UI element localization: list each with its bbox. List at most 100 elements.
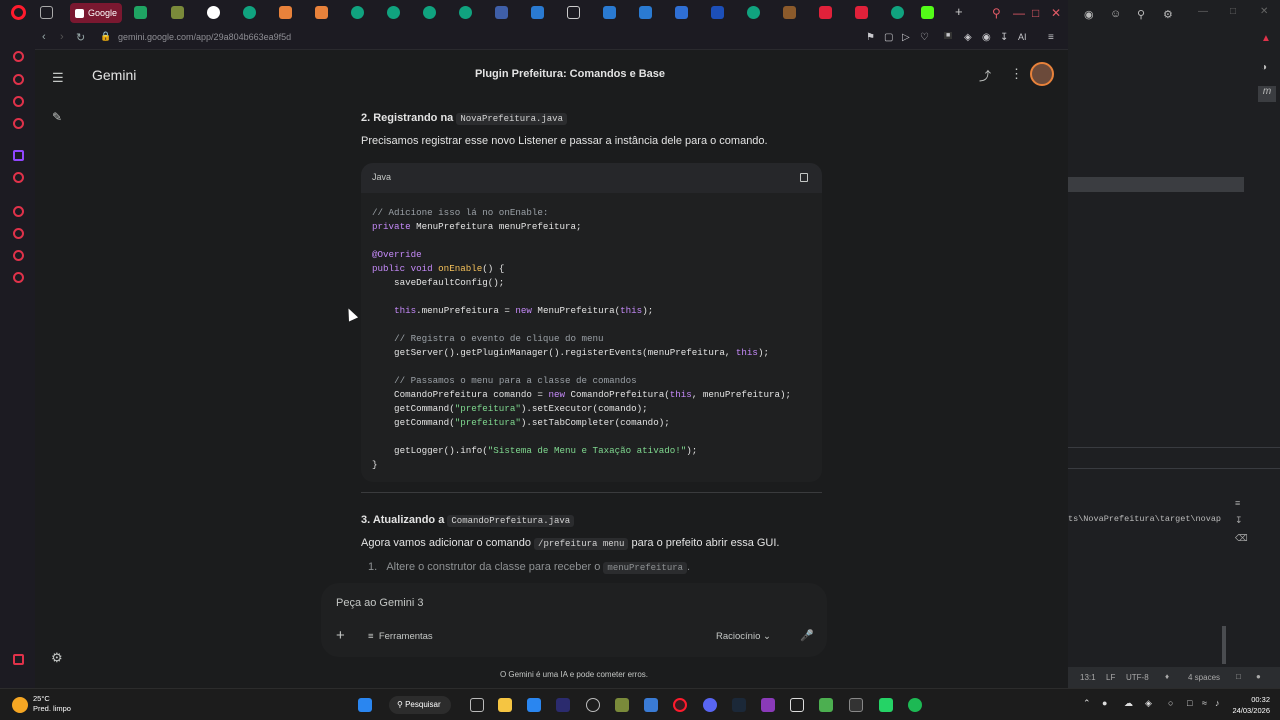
weather-widget[interactable]: 25°C Pred. limpo <box>33 694 71 714</box>
file-explorer-icon[interactable] <box>498 698 512 712</box>
tab-kick-icon[interactable] <box>921 6 934 19</box>
tab-chatgpt5-icon[interactable] <box>459 6 472 19</box>
heart-icon[interactable]: ♡ <box>920 32 929 43</box>
wifi-icon[interactable]: ≈ <box>1202 698 1207 708</box>
sidebar-ublock-icon[interactable] <box>13 172 24 183</box>
sidebar-history-icon[interactable] <box>13 51 24 62</box>
ide-minimize-icon[interactable]: — <box>1198 6 1208 17</box>
opera-gx-taskbar-icon[interactable] <box>673 698 687 712</box>
sidebar-twitch-icon[interactable] <box>13 150 24 161</box>
microphone-icon[interactable]: 🎤 <box>800 629 814 642</box>
tray-cloud-icon[interactable]: ☁ <box>1124 698 1133 709</box>
whatsapp-icon[interactable] <box>879 698 893 712</box>
tray-mic-icon[interactable]: ○ <box>1168 698 1173 708</box>
reload-icon[interactable]: ↻ <box>76 31 85 44</box>
new-tab-icon[interactable]: + <box>955 4 963 19</box>
cursor-position[interactable]: 13:1 <box>1080 673 1096 682</box>
start-icon[interactable] <box>358 698 372 712</box>
lock-file-icon[interactable]: □ <box>1236 672 1241 681</box>
tab-youtube2-icon[interactable] <box>855 6 868 19</box>
console-scrollbar[interactable] <box>1222 626 1226 664</box>
sidebar-player-icon[interactable] <box>13 206 24 217</box>
model-selector[interactable]: Raciocínio ⌄ <box>716 631 771 642</box>
back-icon[interactable]: ‹ <box>42 31 46 43</box>
copy-code-icon[interactable] <box>800 173 808 182</box>
spotify-icon[interactable] <box>908 698 922 712</box>
tab-h-icon[interactable] <box>711 6 724 19</box>
opera-logo-icon[interactable] <box>11 5 26 20</box>
ide-search-icon[interactable]: ⚲ <box>1137 8 1145 21</box>
git-icon[interactable]: ♦ <box>1165 672 1169 681</box>
tab-chatgpt-icon[interactable] <box>243 6 256 19</box>
ide-m-icon[interactable]: m <box>1258 86 1276 102</box>
share-icon[interactable]: ⤴ <box>979 67 991 84</box>
close-icon[interactable]: ✕ <box>1051 6 1061 20</box>
tab-chatgpt3-icon[interactable] <box>387 6 400 19</box>
ai-button[interactable]: AI <box>1018 32 1027 42</box>
weather-icon[interactable] <box>12 697 28 713</box>
tab-chatgpt7-icon[interactable] <box>891 6 904 19</box>
vpn-icon[interactable] <box>644 698 658 712</box>
sidebar-messenger-icon[interactable] <box>13 118 24 129</box>
profile-ext-icon[interactable]: ◉ <box>982 32 991 43</box>
sidebar-store-icon[interactable] <box>13 96 24 107</box>
tab-brown-icon[interactable] <box>783 6 796 19</box>
tab-sheets-icon[interactable] <box>134 6 147 19</box>
minecraft-icon[interactable] <box>819 698 833 712</box>
premiere-icon[interactable] <box>556 698 570 712</box>
add-user-icon[interactable]: ☺ <box>1110 8 1121 20</box>
add-file-icon[interactable]: + <box>336 627 345 644</box>
tab-minecraft-icon[interactable] <box>171 6 184 19</box>
store-icon[interactable] <box>527 698 541 712</box>
more-options-icon[interactable]: ⋮ <box>1010 66 1023 82</box>
forward-icon[interactable]: › <box>60 31 64 43</box>
tab-vscode-icon[interactable] <box>531 6 544 19</box>
tools-button[interactable]: ≡ Ferramentas <box>368 631 433 642</box>
search-tabs-icon[interactable]: ⚲ <box>992 6 1001 20</box>
tab-workspace-icon[interactable] <box>40 6 53 19</box>
sidebar-cube-icon[interactable] <box>13 250 24 261</box>
console-clear-icon[interactable]: ⌫ <box>1235 533 1248 544</box>
sidebar-gx-icon[interactable] <box>13 654 24 665</box>
tab-doc-icon[interactable] <box>495 6 508 19</box>
avatar[interactable] <box>1030 62 1054 86</box>
volume-icon[interactable]: ♪ <box>1215 698 1220 708</box>
new-chat-icon[interactable]: ✎ <box>52 110 62 124</box>
ide-maximize-icon[interactable]: □ <box>1230 6 1236 17</box>
tab-chatgpt2-icon[interactable] <box>351 6 364 19</box>
url-field[interactable]: gemini.google.com/app/29a804b663ea9f5d <box>118 32 291 42</box>
line-separator[interactable]: LF <box>1106 673 1115 682</box>
download-icon[interactable]: ↧ <box>1000 32 1008 43</box>
tray-discord-icon[interactable]: ● <box>1102 698 1107 708</box>
console-wrap-icon[interactable]: ≡ <box>1235 498 1240 508</box>
terminal-icon[interactable] <box>849 698 863 712</box>
tab-youtube-icon[interactable] <box>819 6 832 19</box>
indent-setting[interactable]: 4 spaces <box>1188 673 1220 682</box>
snapshot-icon[interactable]: ▢ <box>884 32 893 43</box>
intellij-icon[interactable] <box>761 698 775 712</box>
puzzle-icon[interactable]: ◈ <box>964 32 972 43</box>
ide-selected-row[interactable] <box>1068 177 1244 192</box>
sidebar-settings-icon[interactable] <box>13 272 24 283</box>
bookmark-icon[interactable]: ⚑ <box>866 32 875 43</box>
ide-close-icon[interactable]: ✕ <box>1260 6 1268 17</box>
ide-side-tool-icon[interactable]: ◑ <box>1261 62 1267 73</box>
tab-github-icon[interactable] <box>207 6 220 19</box>
tab-google[interactable]: Google <box>70 3 122 23</box>
file-encoding[interactable]: UTF-8 <box>1126 673 1149 682</box>
discord-icon[interactable] <box>703 698 717 712</box>
sidebar-clock-icon[interactable] <box>13 228 24 239</box>
chatgpt-app-icon[interactable] <box>586 698 600 712</box>
settings-gear-icon[interactable]: ⚙ <box>51 650 63 666</box>
tray-monitor-icon[interactable]: □ <box>1187 698 1192 708</box>
tab-file-icon[interactable] <box>567 6 580 19</box>
steam-icon[interactable] <box>732 698 746 712</box>
notepad-icon[interactable] <box>790 698 804 712</box>
lock-icon[interactable]: 🔒 <box>100 31 111 42</box>
tab-chatgpt4-icon[interactable] <box>423 6 436 19</box>
play-icon[interactable]: ▷ <box>902 32 910 43</box>
tab-orange2-icon[interactable] <box>315 6 328 19</box>
tab-vscode3-icon[interactable] <box>639 6 652 19</box>
clock[interactable]: 00:32 24/03/2026 <box>1232 694 1270 716</box>
tab-blue-icon[interactable] <box>675 6 688 19</box>
